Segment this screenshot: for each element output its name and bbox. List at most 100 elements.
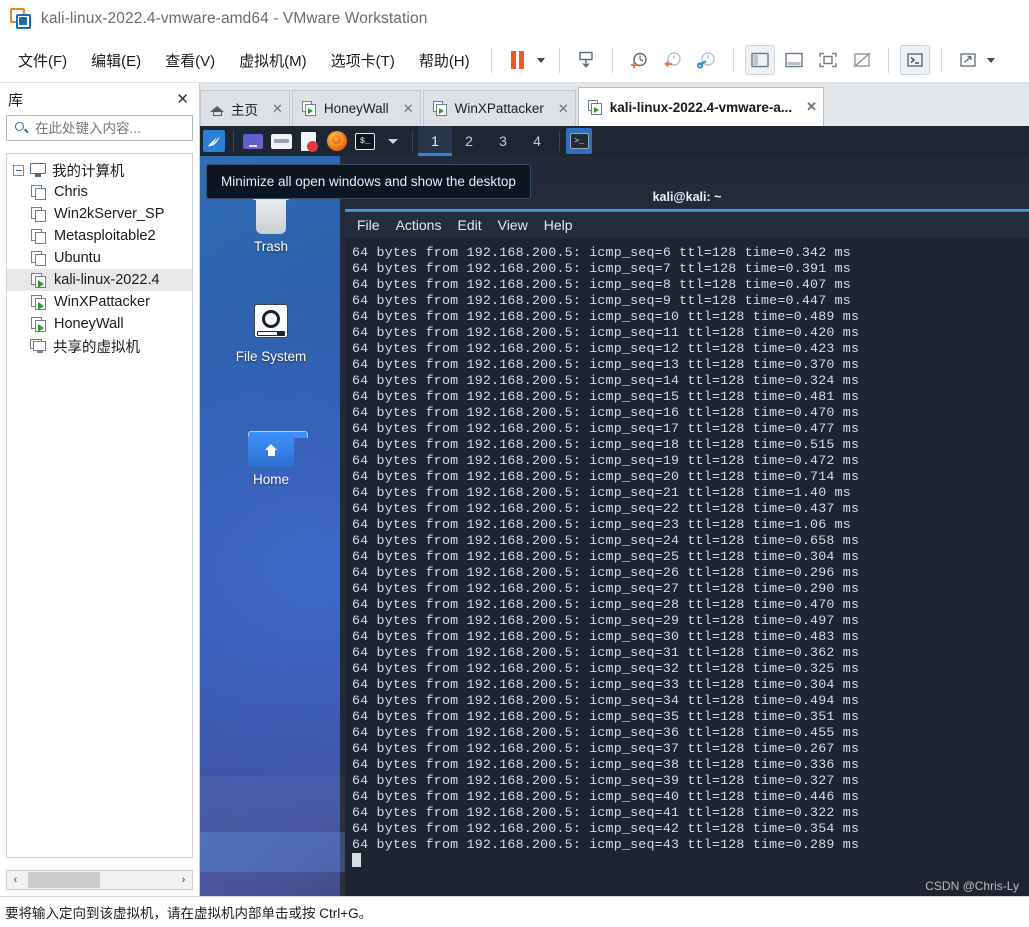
vmware-workstation-window: kali-linux-2022.4-vmware-amd64 - VMware … [0,0,1029,927]
fullscreen-icon [818,52,837,68]
search-input[interactable] [33,119,214,137]
menu-tabs[interactable]: 选项卡(T) [322,46,404,75]
chevron-down-icon[interactable] [536,57,545,63]
toolbar-show-library[interactable] [744,45,775,75]
tree-item-metasploitable2[interactable]: Metasploitable2 [7,225,192,247]
tree-item-kali-linux[interactable]: kali-linux-2022.4 [7,269,192,291]
terminal-line: 64 bytes from 192.168.200.5: icmp_seq=41… [352,805,860,820]
panel-show-desktop[interactable] [240,128,266,154]
terminal-menu-actions[interactable]: Actions [396,217,442,233]
tab-strip: 主页 ✕ HoneyWall ✕ WinXPattacker ✕ kali-li… [200,83,1029,126]
toolbar-snapshot-manager[interactable] [571,45,601,75]
close-icon[interactable]: ✕ [802,99,817,115]
guest-screen[interactable]: $_ 1 2 3 4 >_ Minimize all open windows … [200,126,1029,896]
tree-item-shared-vms[interactable]: 共享的虚拟机 [7,335,192,357]
terminal-line: 64 bytes from 192.168.200.5: icmp_seq=18… [352,437,860,452]
close-icon[interactable]: ✕ [268,101,283,117]
home-icon [210,102,225,116]
vm-icon [432,101,448,116]
panel-text-editor[interactable] [296,128,322,154]
desktop-icon-home[interactable]: Home [219,428,323,487]
library-panel: 库 ✕ 我的计算机 Chris Win2kServer_SP [0,83,224,896]
terminal-line: 64 bytes from 192.168.200.5: icmp_seq=15… [352,389,860,404]
menu-file[interactable]: 文件(F) [9,46,76,75]
desktop-icon-label: Trash [253,239,288,254]
tree-item-winxpattacker[interactable]: WinXPattacker [7,291,192,313]
library-horizontal-scrollbar[interactable]: ‹ › [6,870,193,890]
tab-home[interactable]: 主页 ✕ [200,90,290,126]
toolbar-unity-mode[interactable] [847,45,877,75]
workspace-1[interactable]: 1 [418,126,452,156]
taskbar-item-terminal[interactable]: >_ [566,128,592,154]
toolbar-stretch-guest[interactable] [953,45,983,75]
tab-kali-linux[interactable]: kali-linux-2022.4-vmware-a... ✕ [577,87,825,126]
tree-item-label: Win2kServer_SP [54,206,165,222]
library-tree[interactable]: 我的计算机 Chris Win2kServer_SP Metasploitabl… [6,153,193,858]
toolbar-console-view[interactable] [899,45,930,75]
menu-vm[interactable]: 虚拟机(M) [230,46,316,75]
terminal-output[interactable]: 64 bytes from 192.168.200.5: icmp_seq=6 … [345,241,1029,896]
desktop-icon-trash[interactable]: Trash [219,192,323,254]
tree-item-my-computer[interactable]: 我的计算机 [7,159,192,181]
expander-icon[interactable] [13,164,24,176]
tree-item-label: 我的计算机 [52,163,125,180]
toolbar-enter-fullscreen[interactable] [813,45,843,75]
chevron-down-icon[interactable] [986,57,995,63]
toolbar-manage-snapshots[interactable] [692,45,722,75]
panel-applications-menu[interactable] [201,128,227,154]
close-icon[interactable]: ✕ [176,92,189,107]
vm-running-icon [31,294,47,310]
close-icon[interactable]: ✕ [399,101,414,117]
menu-edit[interactable]: 编辑(E) [82,46,150,75]
desktop-icon-label: File System [235,349,307,364]
workspace-3[interactable]: 3 [486,126,520,156]
scrollbar-thumb[interactable] [28,872,100,888]
tab-label: HoneyWall [323,101,389,116]
workspace-2[interactable]: 2 [452,126,486,156]
panel-file-manager[interactable] [268,128,294,154]
scroll-left-icon[interactable]: ‹ [7,871,24,889]
tree-item-honeywall[interactable]: HoneyWall [7,313,192,335]
terminal-menu-help[interactable]: Help [544,217,573,233]
tree-item-label: 共享的虚拟机 [53,339,140,356]
vm-running-icon [31,316,47,332]
toolbar-suspend[interactable] [503,45,533,75]
toolbar-revert-snapshot[interactable] [658,45,688,75]
snapshot-manager-icon [578,51,593,68]
terminal-line: 64 bytes from 192.168.200.5: icmp_seq=20… [352,469,860,484]
toolbar-divider [940,47,942,73]
menu-help[interactable]: 帮助(H) [410,46,479,75]
workspace-4[interactable]: 4 [520,126,554,156]
vm-icon [31,184,47,200]
terminal-window[interactable]: kali@kali: ~ File Actions Edit View Help… [345,184,1029,896]
tab-winxpattacker[interactable]: WinXPattacker ✕ [422,90,576,126]
chevron-down-icon[interactable] [388,138,398,144]
panel-terminal[interactable]: $_ [352,128,378,154]
toolbar-show-thumbnail-bar[interactable] [779,45,809,75]
tree-item-chris[interactable]: Chris [7,181,192,203]
tree-item-ubuntu[interactable]: Ubuntu [7,247,192,269]
tree-item-win2kserver[interactable]: Win2kServer_SP [7,203,192,225]
vmware-logo-icon [10,8,32,30]
tab-label: 主页 [231,102,258,118]
status-bar: 要将输入定向到该虚拟机，请在虚拟机内部单击或按 Ctrl+G。 [0,896,1029,927]
terminal-menu-edit[interactable]: Edit [457,217,481,233]
terminal-menu-view[interactable]: View [498,217,528,233]
tab-honeywall[interactable]: HoneyWall ✕ [291,90,421,126]
home-folder-icon [248,431,308,467]
close-icon[interactable]: ✕ [554,101,569,117]
toolbar-take-snapshot[interactable] [624,45,654,75]
toolbar-divider [887,47,889,73]
scroll-right-icon[interactable]: › [175,871,192,889]
take-snapshot-icon [630,52,647,68]
toolbar-divider [611,47,613,73]
terminal-menu-file[interactable]: File [357,217,380,233]
menu-view[interactable]: 查看(V) [156,46,224,75]
panel-firefox[interactable] [324,128,350,154]
vm-icon [587,99,603,115]
terminal-line: 64 bytes from 192.168.200.5: icmp_seq=36… [352,725,860,740]
desktop-icon-file-system[interactable]: File System [219,302,323,364]
vm-icon [31,228,47,244]
library-search[interactable] [6,115,224,141]
toolbar-divider [732,47,734,73]
